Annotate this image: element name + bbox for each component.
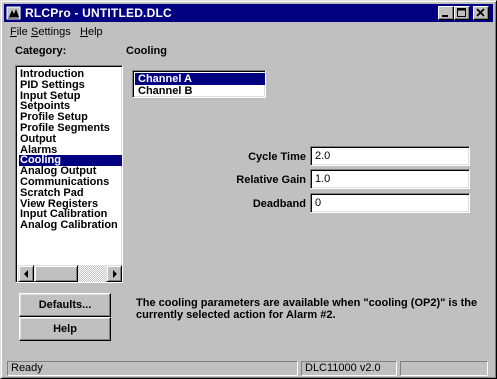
page-title: Cooling [126,45,167,57]
scroll-thumb[interactable] [34,265,78,282]
arrow-right-icon [113,270,117,278]
menu-file[interactable]: File [10,26,28,38]
channel-item-b[interactable]: Channel B [135,85,265,97]
channel-listbox[interactable]: Channel A Channel B [132,70,266,98]
close-button[interactable] [473,6,489,20]
menu-file-label: ile [16,26,28,38]
menu-settings-label: ettings [38,26,71,38]
category-label: Category: [15,45,67,57]
menu-settings[interactable]: Settings [31,26,71,38]
category-listbox[interactable]: Introduction PID Settings Input Setup Se… [15,65,123,283]
help-button[interactable]: Help [19,317,111,341]
info-text: The cooling parameters are available whe… [136,297,478,321]
scroll-left-button[interactable] [18,265,34,282]
close-icon [476,8,485,17]
status-bar: Ready DLC11000 v2.0 [4,359,493,377]
relative-gain-label: Relative Gain [236,174,306,186]
status-text: Ready [7,361,298,376]
menu-help-label: elp [87,26,103,38]
title-bar[interactable]: RLCPro - UNTITLED.DLC [4,4,493,22]
channel-item-a[interactable]: Channel A [135,73,265,85]
window-title: RLCPro - UNTITLED.DLC [25,6,172,20]
defaults-button[interactable]: Defaults... [19,293,111,317]
category-item-analog-calibration[interactable]: Analog Calibration [19,220,122,231]
category-list: Introduction PID Settings Input Setup Se… [19,69,122,263]
maximize-button[interactable] [454,6,470,20]
category-item-scratch-pad[interactable]: Scratch Pad [19,187,122,199]
minimize-button[interactable] [438,6,454,20]
deadband-label: Deadband [252,198,306,210]
cycle-time-field[interactable]: 2.0 [310,146,470,166]
cycle-time-value: 2.0 [315,150,331,162]
relative-gain-value: 1.0 [315,173,331,185]
cycle-time-label: Cycle Time [248,151,306,163]
menu-file-mnemonic: F [10,26,17,38]
deadband-value: 0 [315,197,322,209]
minimize-icon [442,15,448,17]
app-icon[interactable] [6,5,22,21]
horizontal-scrollbar[interactable] [18,265,122,282]
maximize-icon [457,8,466,17]
relative-gain-field[interactable]: 1.0 [310,169,470,189]
menu-help-mnemonic: H [80,26,88,38]
app-window: RLCPro - UNTITLED.DLC File Settings Help… [0,0,497,379]
menu-bar: File Settings Help [4,23,493,41]
category-item-output[interactable]: Output [19,133,122,145]
arrow-left-icon [24,270,28,278]
status-version: DLC11000 v2.0 [301,361,397,376]
status-extra [400,361,488,376]
category-item-pid-settings[interactable]: PID Settings [19,79,122,91]
scroll-right-button[interactable] [106,265,122,282]
menu-help[interactable]: Help [80,26,103,38]
deadband-field[interactable]: 0 [310,193,470,213]
